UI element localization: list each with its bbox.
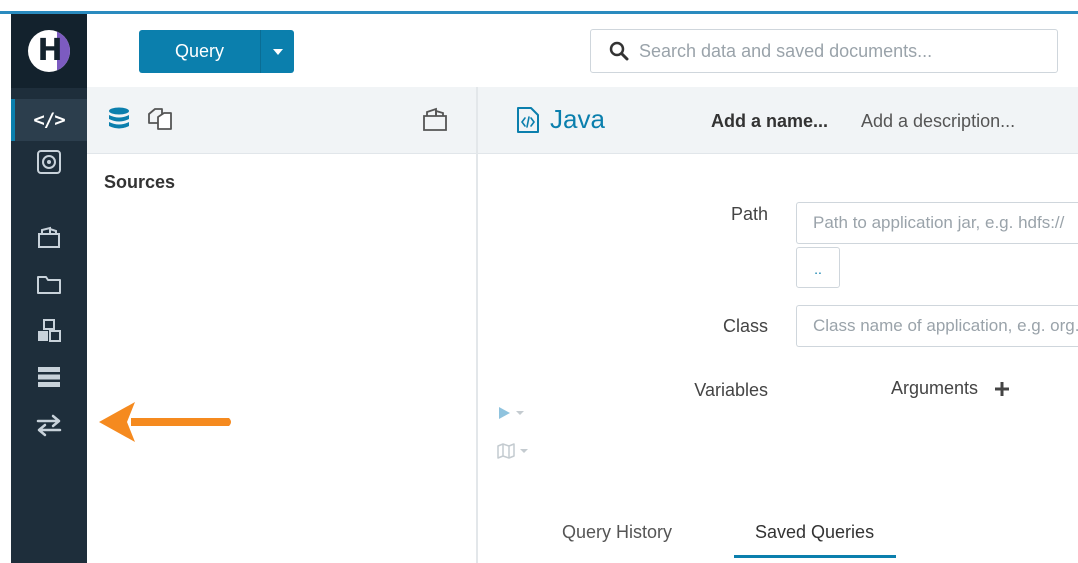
query-name-field[interactable]: Add a name...: [711, 111, 828, 132]
folder-open-icon[interactable]: [421, 107, 449, 133]
query-button-group: Query: [139, 30, 294, 73]
tab-query-history[interactable]: Query History: [562, 522, 672, 543]
rail-item-documents[interactable]: [11, 217, 87, 259]
search-input[interactable]: [639, 40, 1039, 62]
arguments-section: Arguments: [891, 378, 1010, 399]
rail-item-import[interactable]: [11, 404, 87, 446]
map-icon: [497, 443, 515, 459]
rail-item-jobs[interactable]: [11, 310, 87, 352]
rail-item-dashboard[interactable]: [11, 141, 87, 183]
circle-dot-icon: [37, 150, 61, 174]
class-input[interactable]: [797, 306, 1078, 346]
rail-item-tables[interactable]: [11, 356, 87, 398]
class-label: Class: [722, 316, 768, 336]
play-icon: [499, 407, 510, 419]
rail-item-files[interactable]: [11, 263, 87, 305]
map-control[interactable]: [497, 443, 529, 459]
class-field: [796, 305, 1078, 347]
browse-path-button[interactable]: ..: [796, 247, 840, 288]
folder-icon: [37, 276, 61, 294]
editor-type-label: Java: [550, 104, 605, 134]
exchange-arrows-icon: [36, 414, 62, 437]
rail-item-editor[interactable]: </>: [11, 99, 87, 141]
sources-heading: Sources: [104, 172, 176, 192]
execute-control[interactable]: [497, 406, 525, 420]
search-icon: [609, 41, 629, 61]
open-folder-icon: [38, 226, 60, 248]
arguments-label: Arguments: [891, 378, 979, 398]
global-search: [590, 29, 1058, 73]
code-icon: </>: [33, 108, 65, 131]
annotation-arrow: [99, 402, 231, 442]
top-accent-line: [0, 11, 1078, 14]
path-label: Path: [730, 204, 768, 224]
copy-icon[interactable]: [147, 107, 173, 133]
caret-down-icon: [272, 48, 283, 55]
path-input[interactable]: [797, 203, 1078, 243]
query-description-field[interactable]: Add a description...: [861, 111, 1015, 132]
tab-saved-queries[interactable]: Saved Queries: [755, 522, 874, 543]
variables-label: Variables: [694, 380, 768, 400]
caret-down-icon: [516, 411, 524, 415]
active-tab-indicator: [734, 555, 896, 558]
path-field: [796, 202, 1078, 244]
hue-logo-mark: H: [28, 30, 70, 72]
left-nav-rail: H </>: [11, 14, 87, 563]
query-button[interactable]: Query: [139, 30, 260, 73]
panel-divider[interactable]: [476, 87, 478, 563]
hue-logo[interactable]: H: [11, 14, 87, 88]
caret-down-icon: [520, 449, 528, 453]
java-file-icon: [517, 106, 539, 133]
editor-title: Java: [516, 104, 605, 135]
plus-icon[interactable]: [994, 381, 1010, 397]
left-panel-header: [87, 87, 476, 154]
database-icon[interactable]: [107, 107, 131, 133]
query-dropdown-toggle[interactable]: [261, 30, 294, 73]
server-icon: [38, 367, 60, 387]
cubes-icon: [38, 319, 61, 342]
